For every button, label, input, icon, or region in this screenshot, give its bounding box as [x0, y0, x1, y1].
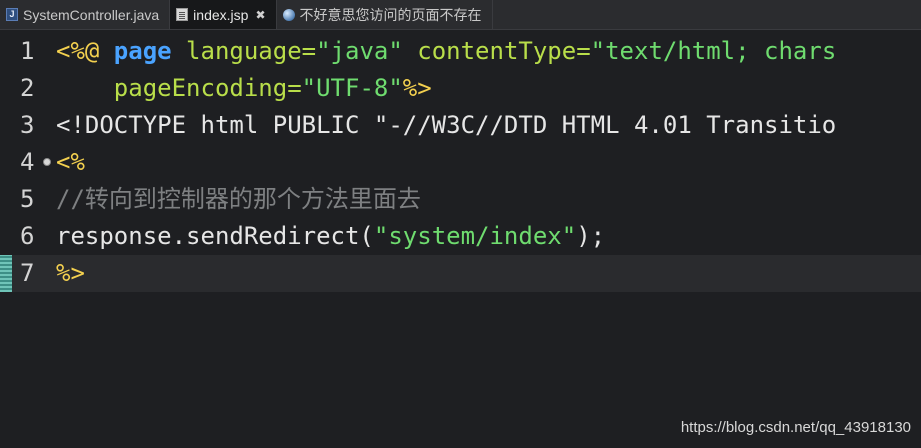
code-token: =	[301, 37, 317, 65]
web-page-icon	[282, 8, 295, 21]
fold-toggle-icon[interactable]	[43, 158, 51, 166]
code-text: <%	[56, 144, 85, 181]
watermark: https://blog.csdn.net/qq_43918130	[680, 419, 911, 436]
code-token: page	[113, 37, 172, 65]
code-line-1[interactable]: 1 <%@ page language="java" contentType="t…	[0, 33, 921, 70]
code-editor[interactable]: 1 <%@ page language="java" contentType="t…	[0, 30, 921, 448]
code-text: pageEncoding="UTF-8"%>	[56, 70, 432, 107]
code-text: <%@ page language="java" contentType="te…	[56, 33, 836, 70]
code-line-7[interactable]: 7 %>	[0, 255, 921, 292]
code-token: language	[171, 37, 302, 65]
code-line-6[interactable]: 6 response.sendRedirect("system/index");	[0, 218, 921, 255]
tab-label: index.jsp	[193, 6, 249, 23]
code-token: pageEncoding	[56, 74, 288, 102]
line-number: 7	[20, 259, 35, 287]
code-token: "UTF-8"	[301, 74, 403, 102]
code-token: %>	[402, 74, 432, 102]
line-number: 1	[20, 37, 35, 65]
editor-tab-bar: J SystemController.java index.jsp ✖ 不好意思…	[0, 0, 921, 30]
line-number: 3	[20, 111, 35, 139]
code-line-3[interactable]: 3 <!DOCTYPE html PUBLIC "-//W3C//DTD HTML…	[0, 107, 921, 144]
line-number: 6	[20, 222, 35, 250]
code-line-2[interactable]: 2 pageEncoding="UTF-8"%>	[0, 70, 921, 107]
change-indicator	[0, 255, 12, 292]
java-file-icon: J	[6, 8, 18, 21]
code-token: <%	[56, 148, 85, 176]
code-token: =	[287, 74, 302, 102]
code-token: =	[576, 37, 591, 65]
code-token: "java"	[316, 37, 403, 65]
code-text: %>	[56, 255, 85, 292]
code-token: contentType	[402, 37, 577, 65]
code-line-4[interactable]: 4 <%	[0, 144, 921, 181]
code-token: "system/index"	[373, 222, 577, 250]
line-number: 2	[20, 74, 35, 102]
code-text: <!DOCTYPE html PUBLIC "-//W3C//DTD HTML …	[56, 107, 836, 144]
code-text: response.sendRedirect("system/index");	[56, 218, 605, 255]
code-token: );	[576, 222, 606, 250]
code-token: "text/html; chars	[590, 37, 837, 65]
tab-system-controller[interactable]: J SystemController.java	[0, 0, 171, 29]
code-token: <!DOCTYPE html PUBLIC "-//W3C//DTD HTML …	[56, 111, 837, 139]
code-token: <%@	[56, 37, 114, 65]
code-text: //转向到控制器的那个方法里面去	[56, 181, 421, 218]
line-number: 5	[20, 185, 35, 213]
code-line-5[interactable]: 5 //转向到控制器的那个方法里面去	[0, 181, 921, 218]
code-token: //转向到控制器的那个方法里面去	[56, 185, 421, 213]
tab-browser-page[interactable]: 不好意思您访问的页面不存在	[277, 0, 493, 29]
code-token: %>	[56, 259, 85, 287]
close-icon[interactable]: ✖	[255, 8, 265, 22]
tab-label: 不好意思您访问的页面不存在	[299, 6, 482, 23]
code-token: response.sendRedirect(	[56, 222, 374, 250]
tab-index-jsp[interactable]: index.jsp ✖	[170, 0, 277, 29]
tab-bar-spacer	[493, 0, 921, 29]
jsp-file-icon	[176, 8, 189, 21]
tab-label: SystemController.java	[23, 6, 160, 23]
